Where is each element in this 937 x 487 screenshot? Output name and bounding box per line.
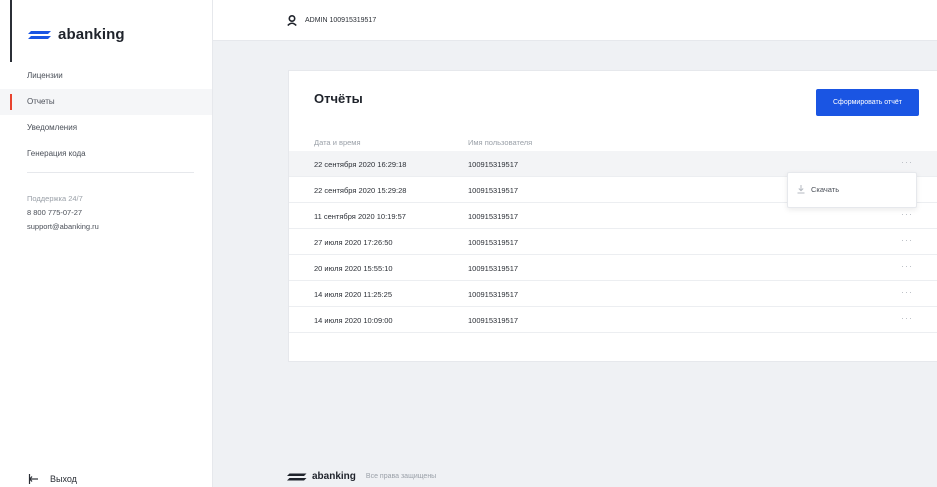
row-date: 27 июля 2020 17:26:50	[314, 238, 393, 247]
logout-icon	[28, 474, 38, 484]
brand-logo[interactable]: abanking	[28, 26, 125, 43]
row-more-icon[interactable]: ···	[901, 209, 913, 219]
row-more-icon[interactable]: ···	[901, 261, 913, 271]
table-row[interactable]: 27 июля 2020 17:26:50 100915319517 ···	[289, 229, 937, 255]
logo-accent-bar	[10, 0, 12, 62]
sidebar-item-notifications[interactable]: Уведомления	[0, 115, 212, 141]
user-icon	[287, 15, 297, 26]
logout-button[interactable]: Выход	[28, 473, 77, 485]
support-phone[interactable]: 8 800 775-07-27	[27, 206, 99, 220]
abanking-logo-icon	[28, 30, 51, 39]
table-row[interactable]: 20 июля 2020 15:55:10 100915319517 ···	[289, 255, 937, 281]
table-header: Дата и время Имя пользователя	[289, 133, 937, 151]
reports-card: Отчёты Сформировать отчёт Дата и время И…	[288, 70, 937, 362]
footer-brand-name: abanking	[312, 471, 356, 482]
table-row[interactable]: 14 июля 2020 10:09:00 100915319517 ···	[289, 307, 937, 333]
row-actions-menu: Скачать	[787, 172, 917, 208]
support-title: Поддержка 24/7	[27, 194, 83, 203]
row-date: 22 сентября 2020 15:29:28	[314, 186, 407, 195]
row-date: 22 сентября 2020 16:29:18	[314, 160, 407, 169]
row-user: 100915319517	[468, 290, 519, 299]
row-date: 14 июля 2020 11:25:25	[314, 290, 393, 299]
row-user: 100915319517	[468, 238, 519, 247]
sidebar-item-code-generation[interactable]: Генерация кода	[0, 141, 212, 167]
page-footer: abanking Все права защищены	[287, 471, 436, 482]
sidebar-divider	[27, 172, 194, 173]
row-more-icon[interactable]: ···	[901, 235, 913, 245]
row-more-icon[interactable]: ···	[901, 313, 913, 323]
row-user: 100915319517	[468, 186, 519, 195]
row-user: 100915319517	[468, 264, 519, 273]
support-email[interactable]: support@abanking.ru	[27, 220, 99, 234]
row-user: 100915319517	[468, 316, 519, 325]
row-date: 20 июля 2020 15:55:10	[314, 264, 393, 273]
row-more-icon[interactable]: ···	[901, 157, 913, 167]
row-date: 14 июля 2020 10:09:00	[314, 316, 393, 325]
sidebar-item-licenses[interactable]: Лицензии	[0, 63, 212, 89]
brand-name: abanking	[58, 26, 125, 43]
download-menu-item[interactable]: Скачать	[796, 184, 839, 194]
row-user: 100915319517	[468, 212, 519, 221]
page-title: Отчёты	[314, 91, 363, 106]
column-header-date: Дата и время	[314, 138, 361, 147]
sidebar: abanking Лицензии Отчеты Уведомления Ген…	[0, 0, 213, 487]
abanking-logo-icon	[287, 473, 307, 480]
top-header: ADMIN 100915319517	[213, 0, 937, 41]
sidebar-item-reports[interactable]: Отчеты	[0, 89, 212, 115]
table-row[interactable]: 14 июля 2020 11:25:25 100915319517 ···	[289, 281, 937, 307]
user-label: ADMIN 100915319517	[305, 17, 377, 24]
column-header-user: Имя пользователя	[468, 138, 533, 147]
download-label: Скачать	[811, 184, 840, 194]
user-menu[interactable]: ADMIN 100915319517	[287, 15, 376, 26]
download-icon	[797, 185, 805, 194]
row-user: 100915319517	[468, 160, 519, 169]
reports-table: Дата и время Имя пользователя 22 сентябр…	[289, 133, 937, 333]
support-info: Поддержка 24/7 8 800 775-07-27 support@a…	[27, 192, 99, 234]
row-date: 11 сентября 2020 10:19:57	[314, 212, 406, 221]
footer-rights: Все права защищены	[365, 473, 437, 480]
sidebar-nav: Лицензии Отчеты Уведомления Генерация ко…	[0, 63, 212, 167]
logout-label: Выход	[50, 474, 77, 484]
row-more-icon[interactable]: ···	[901, 287, 913, 297]
generate-report-button[interactable]: Сформировать отчёт	[816, 89, 919, 116]
